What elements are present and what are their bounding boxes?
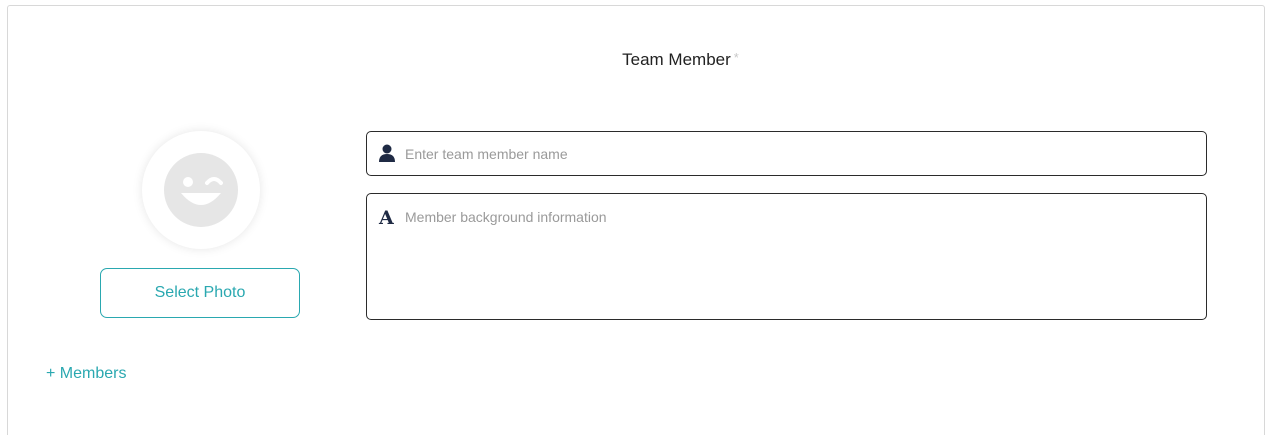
section-title: Team Member *: [0, 50, 1268, 70]
required-mark: *: [733, 50, 739, 65]
page: Team Member* Select Photo A + Members: [0, 0, 1268, 435]
member-name-input[interactable]: [405, 144, 1195, 164]
section-title-text: Team Member: [622, 50, 731, 69]
add-members-link[interactable]: + Members: [46, 365, 126, 383]
member-name-field[interactable]: [366, 131, 1207, 176]
select-photo-button[interactable]: Select Photo: [100, 268, 300, 318]
member-bio-textarea[interactable]: [405, 209, 1195, 309]
avatar[interactable]: [142, 131, 260, 249]
user-icon: [379, 144, 395, 167]
winking-face-icon: [164, 153, 238, 227]
member-bio-field[interactable]: A: [366, 193, 1207, 320]
text-a-icon: A: [379, 207, 394, 229]
